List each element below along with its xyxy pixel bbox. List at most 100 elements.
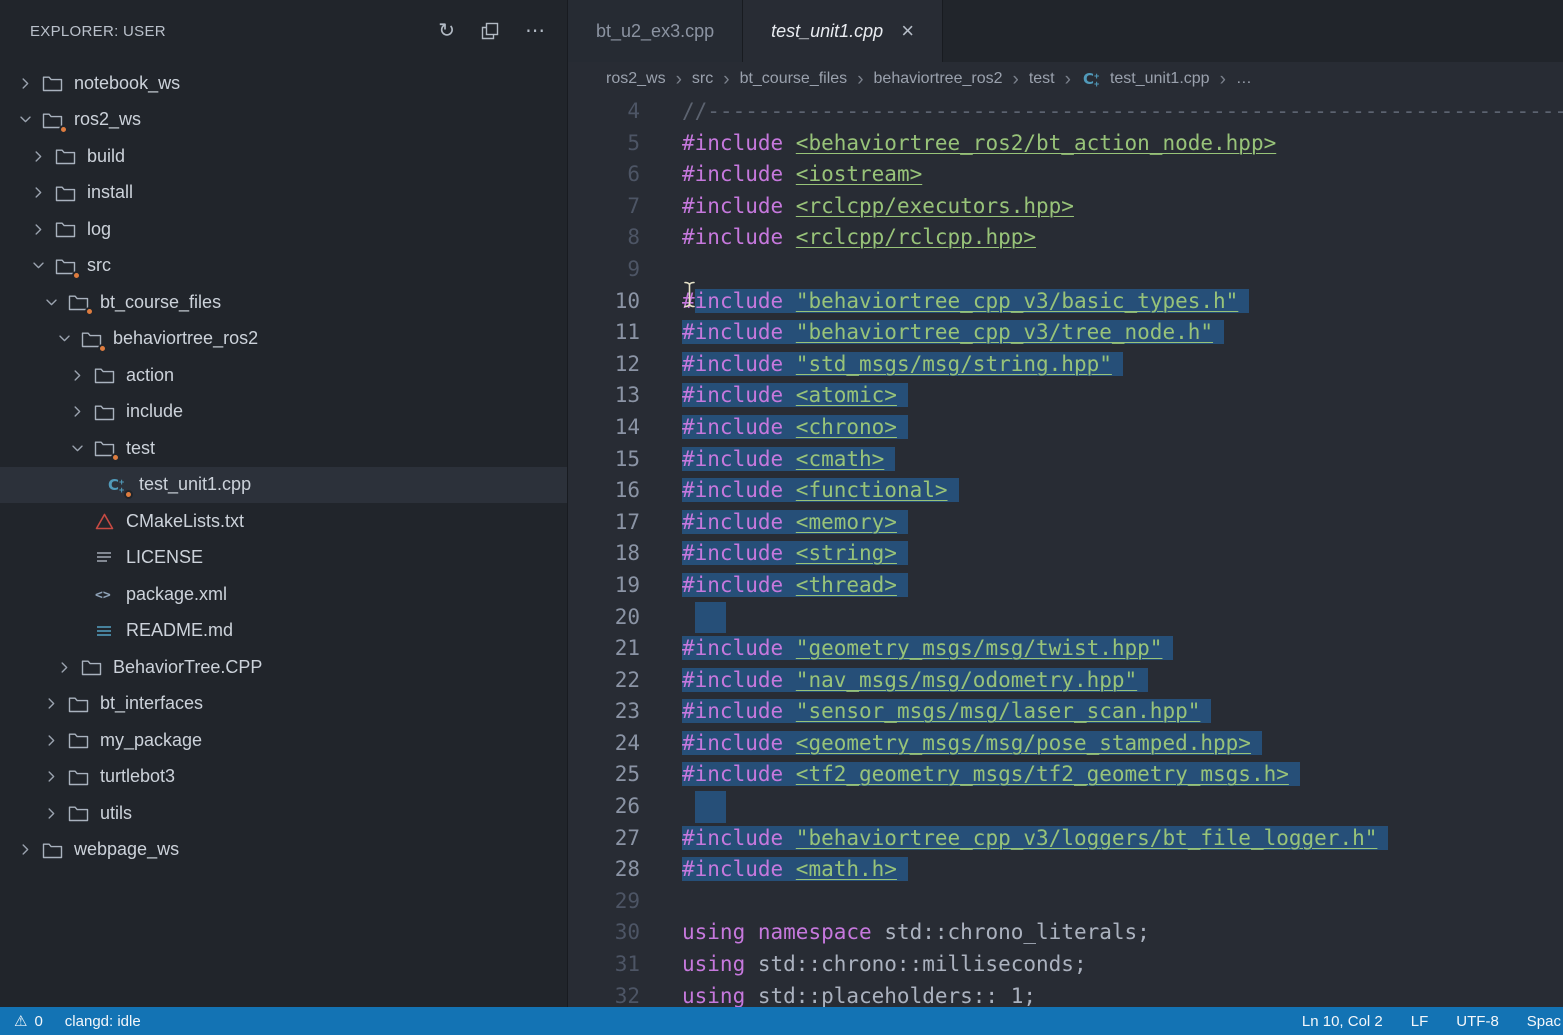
collapse-folders-icon[interactable] <box>481 22 499 40</box>
chevron-icon[interactable] <box>38 769 64 784</box>
chevron-icon[interactable] <box>25 222 51 237</box>
tree-item-log[interactable]: log <box>0 211 567 248</box>
breadcrumb-item[interactable]: ros2_ws <box>606 70 666 88</box>
code-token: <atomic> <box>796 383 897 407</box>
code-token: #include <box>682 636 796 660</box>
code-line-9[interactable]: 9 <box>568 254 1563 286</box>
tree-item-notebook_ws[interactable]: notebook_ws <box>0 65 567 102</box>
breadcrumb-item[interactable]: … <box>1236 70 1252 88</box>
code-line-16[interactable]: 16#include <functional> <box>568 475 1563 507</box>
breadcrumb-item[interactable]: test <box>1029 70 1055 88</box>
code-line-28[interactable]: 28#include <math.h> <box>568 854 1563 886</box>
breadcrumb-item[interactable]: behaviortree_ros2 <box>874 70 1003 88</box>
code-line-12[interactable]: 12#include "std_msgs/msg/string.hpp" <box>568 349 1563 381</box>
tree-item-bt_interfaces[interactable]: bt_interfaces <box>0 686 567 723</box>
chevron-icon[interactable] <box>64 368 90 383</box>
chevron-icon[interactable] <box>51 331 77 346</box>
folder-icon <box>92 401 116 423</box>
code-line-27[interactable]: 27#include "behaviortree_cpp_v3/loggers/… <box>568 823 1563 855</box>
tab-label: test_unit1.cpp <box>771 21 883 42</box>
tab-test_unit1.cpp[interactable]: test_unit1.cpp × <box>743 0 943 62</box>
tree-item-ros2_ws[interactable]: ros2_ws <box>0 102 567 139</box>
chevron-icon[interactable] <box>38 733 64 748</box>
eol-indicator[interactable]: LF <box>1411 1013 1429 1030</box>
clangd-status[interactable]: clangd: idle <box>65 1013 141 1030</box>
chevron-icon[interactable] <box>38 295 64 310</box>
chevron-icon[interactable] <box>12 76 38 91</box>
chevron-icon[interactable] <box>51 660 77 675</box>
tree-item-src[interactable]: src <box>0 248 567 285</box>
code-line-29[interactable]: 29 <box>568 886 1563 918</box>
code-line-14[interactable]: 14#include <chrono> <box>568 412 1563 444</box>
tree-item-my_package[interactable]: my_package <box>0 722 567 759</box>
code-text: #include "sensor_msgs/msg/laser_scan.hpp… <box>682 696 1211 728</box>
tree-item-include[interactable]: include <box>0 394 567 431</box>
code-area[interactable]: 4//-------------------------------------… <box>568 96 1563 1007</box>
code-token: namespace <box>758 920 872 944</box>
tree-item-utils[interactable]: utils <box>0 795 567 832</box>
code-token: #include <box>682 826 796 850</box>
encoding-indicator[interactable]: UTF-8 <box>1456 1013 1499 1030</box>
indentation-indicator[interactable]: Spac <box>1527 1013 1561 1030</box>
tree-item-BehaviorTree.CPP[interactable]: BehaviorTree.CPP <box>0 649 567 686</box>
code-line-10[interactable]: 10#include "behaviortree_cpp_v3/basic_ty… <box>568 286 1563 318</box>
code-line-19[interactable]: 19#include <thread> <box>568 570 1563 602</box>
chevron-icon[interactable] <box>25 185 51 200</box>
code-line-23[interactable]: 23#include "sensor_msgs/msg/laser_scan.h… <box>568 696 1563 728</box>
close-icon[interactable]: × <box>901 20 914 42</box>
code-line-31[interactable]: 31using std::chrono::milliseconds; <box>568 949 1563 981</box>
code-token: # <box>682 289 695 313</box>
code-line-7[interactable]: 7#include <rclcpp/executors.hpp> <box>568 191 1563 223</box>
tree-item-turtlebot3[interactable]: turtlebot3 <box>0 759 567 796</box>
chevron-icon[interactable] <box>38 806 64 821</box>
breadcrumb-item[interactable]: src <box>692 70 713 88</box>
code-line-25[interactable]: 25#include <tf2_geometry_msgs/tf2_geomet… <box>568 759 1563 791</box>
code-line-30[interactable]: 30using namespace std::chrono_literals; <box>568 917 1563 949</box>
cursor-position[interactable]: Ln 10, Col 2 <box>1302 1013 1383 1030</box>
code-line-6[interactable]: 6#include <iostream> <box>568 159 1563 191</box>
code-line-13[interactable]: 13#include <atomic> <box>568 380 1563 412</box>
problems-indicator[interactable]: ⚠ 0 <box>14 1013 43 1030</box>
tree-item-action[interactable]: action <box>0 357 567 394</box>
chevron-icon[interactable] <box>64 404 90 419</box>
code-line-22[interactable]: 22#include "nav_msgs/msg/odometry.hpp" <box>568 665 1563 697</box>
code-line-20[interactable]: 20 <box>568 602 1563 634</box>
tab-bt_u2_ex3.cpp[interactable]: bt_u2_ex3.cpp <box>568 0 743 62</box>
chevron-icon[interactable] <box>38 696 64 711</box>
tree-item-LICENSE[interactable]: LICENSE <box>0 540 567 577</box>
code-text: #include <geometry_msgs/msg/pose_stamped… <box>682 728 1262 760</box>
code-line-5[interactable]: 5#include <behaviortree_ros2/bt_action_n… <box>568 128 1563 160</box>
code-text: #include <functional> <box>682 475 959 507</box>
tree-item-bt_course_files[interactable]: bt_course_files <box>0 284 567 321</box>
code-line-18[interactable]: 18#include <string> <box>568 538 1563 570</box>
tree-item-test_unit1.cpp[interactable]: C++test_unit1.cpp <box>0 467 567 504</box>
tree-item-webpage_ws[interactable]: webpage_ws <box>0 832 567 869</box>
code-line-15[interactable]: 15#include <cmath> <box>568 444 1563 476</box>
tree-item-CMakeLists.txt[interactable]: CMakeLists.txt <box>0 503 567 540</box>
refresh-icon[interactable]: ↻ <box>438 21 455 41</box>
selection-highlight: #include <cmath> <box>682 447 895 471</box>
chevron-icon[interactable] <box>64 441 90 456</box>
tree-item-package.xml[interactable]: <>package.xml <box>0 576 567 613</box>
tree-item-install[interactable]: install <box>0 175 567 212</box>
code-line-21[interactable]: 21#include "geometry_msgs/msg/twist.hpp" <box>568 633 1563 665</box>
code-line-24[interactable]: 24#include <geometry_msgs/msg/pose_stamp… <box>568 728 1563 760</box>
code-line-4[interactable]: 4//-------------------------------------… <box>568 96 1563 128</box>
chevron-icon[interactable] <box>25 258 51 273</box>
code-line-26[interactable]: 26 <box>568 791 1563 823</box>
tree-item-build[interactable]: build <box>0 138 567 175</box>
chevron-icon[interactable] <box>12 112 38 127</box>
breadcrumb-item[interactable]: bt_course_files <box>740 70 848 88</box>
tree-item-test[interactable]: test <box>0 430 567 467</box>
code-line-8[interactable]: 8#include <rclcpp/rclcpp.hpp> <box>568 222 1563 254</box>
breadcrumb-item[interactable]: C++test_unit1.cpp <box>1081 69 1210 89</box>
chevron-icon[interactable] <box>12 842 38 857</box>
chevron-icon[interactable] <box>25 149 51 164</box>
tree-item-README.md[interactable]: README.md <box>0 613 567 650</box>
code-line-11[interactable]: 11#include "behaviortree_cpp_v3/tree_nod… <box>568 317 1563 349</box>
tree-item-behaviortree_ros2[interactable]: behaviortree_ros2 <box>0 321 567 358</box>
code-line-17[interactable]: 17#include <memory> <box>568 507 1563 539</box>
code-line-32[interactable]: 32using std::placeholders::_1; <box>568 981 1563 1007</box>
cmake-icon <box>92 510 116 532</box>
more-actions-icon[interactable]: ⋯ <box>525 21 545 41</box>
